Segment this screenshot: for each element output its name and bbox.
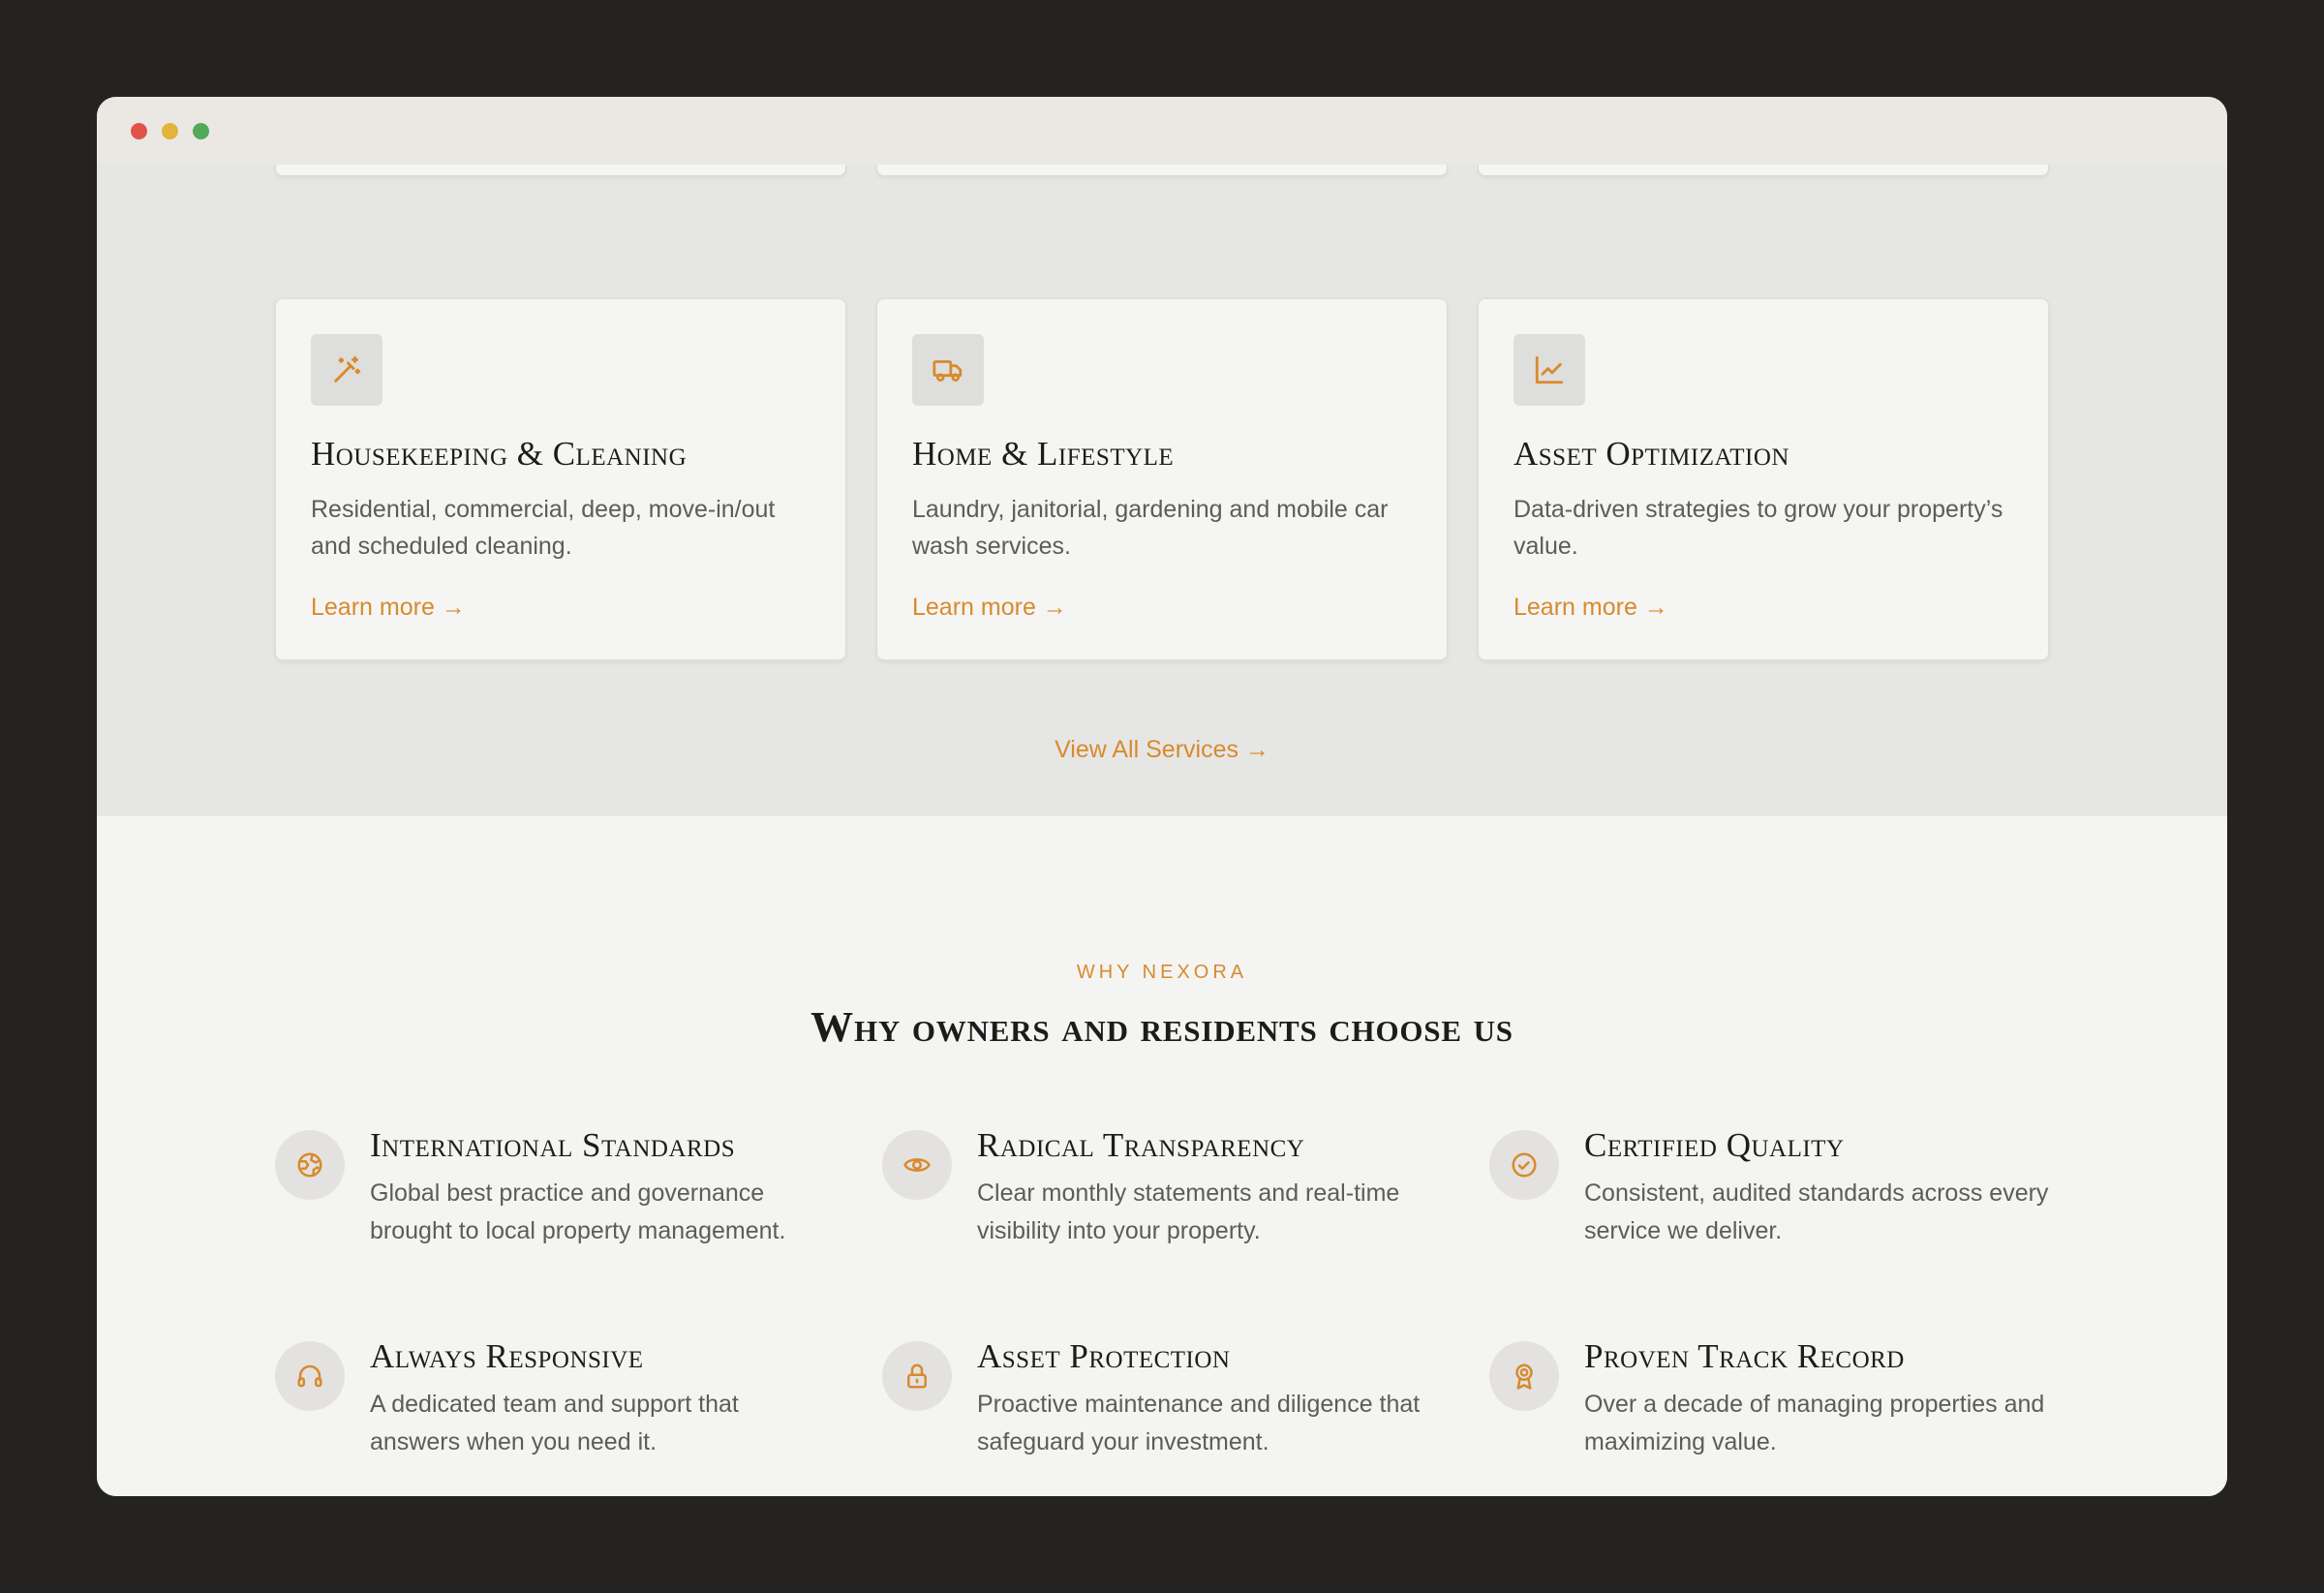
truck-icon: [912, 334, 984, 406]
feature-description: Over a decade of managing properties and…: [1584, 1391, 2045, 1455]
minimize-window-button[interactable]: [162, 123, 178, 139]
feature-description: Consistent, audited standards across eve…: [1584, 1179, 2049, 1244]
feature-description: Proactive maintenance and diligence that…: [977, 1391, 1421, 1455]
close-window-button[interactable]: [131, 123, 147, 139]
maximize-window-button[interactable]: [193, 123, 209, 139]
award-icon: [1489, 1341, 1559, 1411]
feature-title: Certified Quality: [1584, 1126, 1845, 1164]
headphones-icon: [275, 1341, 345, 1411]
service-card-title: Asset Optimization: [1514, 435, 1789, 473]
learn-more-link[interactable]: Learn more →: [311, 594, 466, 622]
check-circle-icon: [1489, 1130, 1559, 1200]
magic-wand-icon: [311, 334, 382, 406]
service-card-description: Residential, commercial, deep, move-in/o…: [311, 496, 776, 560]
service-card-home-lifestyle: Home & Lifestyle Laundry, janitorial, ga…: [876, 298, 1448, 660]
service-card-housekeeping: Housekeeping & Cleaning Residential, com…: [275, 298, 846, 660]
service-card-title: Housekeeping & Cleaning: [311, 435, 688, 473]
chart-line-icon: [1514, 334, 1585, 406]
learn-more-link[interactable]: Learn more →: [1514, 594, 1668, 622]
why-section: WHY NEXORA Why owners and residents choo…: [97, 816, 2227, 1496]
learn-more-link[interactable]: Learn more →: [912, 594, 1067, 622]
view-all-services-link[interactable]: View All Services →: [97, 736, 2227, 764]
section-eyebrow: WHY NEXORA: [1076, 962, 1248, 983]
browser-window: Housekeeping & Cleaning Residential, com…: [97, 97, 2227, 1496]
service-card-partial: [275, 165, 846, 176]
service-card-partial: [1478, 165, 2049, 176]
feature-title: Radical Transparency: [977, 1126, 1305, 1164]
feature-title: Always Responsive: [370, 1337, 644, 1375]
service-card-title: Home & Lifestyle: [912, 435, 1175, 473]
service-card-description: Data-driven strategies to grow your prop…: [1514, 496, 2003, 560]
service-card-partial: [876, 165, 1448, 176]
service-card-description: Laundry, janitorial, gardening and mobil…: [912, 496, 1389, 560]
eye-icon: [882, 1130, 952, 1200]
service-card-asset-optimization: Asset Optimization Data-driven strategie…: [1478, 298, 2049, 660]
section-title: Why owners and residents choose us: [810, 1003, 1514, 1051]
services-section: Housekeeping & Cleaning Residential, com…: [97, 165, 2227, 816]
feature-title: International Standards: [370, 1126, 736, 1164]
globe-icon: [275, 1130, 345, 1200]
feature-description: Clear monthly statements and real-time v…: [977, 1179, 1400, 1244]
window-titlebar: [97, 97, 2227, 165]
lock-icon: [882, 1341, 952, 1411]
feature-title: Asset Protection: [977, 1337, 1231, 1375]
feature-description: A dedicated team and support that answer…: [370, 1391, 739, 1455]
feature-description: Global best practice and governance brou…: [370, 1179, 786, 1244]
feature-title: Proven Track Record: [1584, 1337, 1905, 1375]
